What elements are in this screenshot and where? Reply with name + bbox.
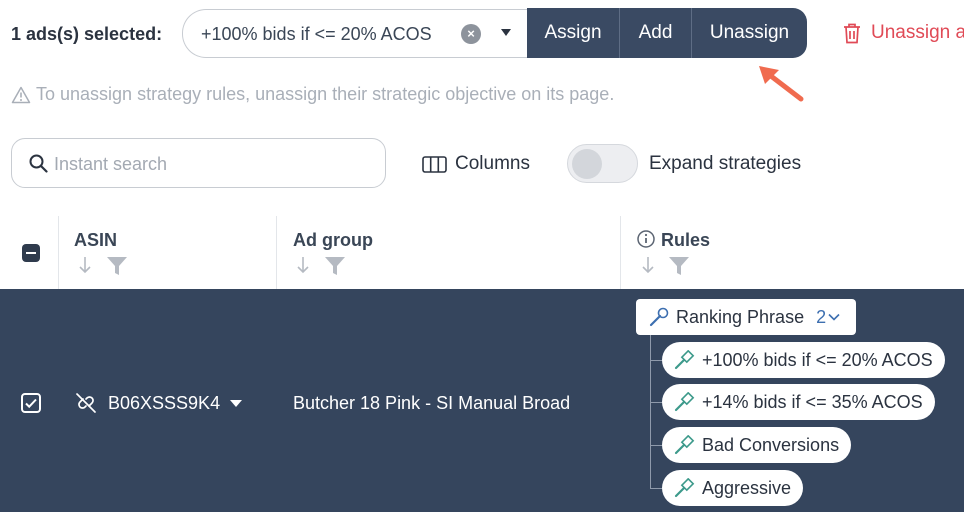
warning-message: To unassign strategy rules, unassign the…	[11, 84, 614, 105]
asin-value[interactable]: B06XSSS9K4	[108, 393, 220, 414]
column-divider	[276, 216, 277, 289]
gavel-icon	[674, 435, 695, 455]
column-divider	[620, 216, 621, 289]
asin-dropdown-icon[interactable]	[230, 399, 243, 407]
rule-label: +14% bids if <= 35% ACOS	[702, 391, 923, 412]
tree-connector	[650, 360, 662, 361]
rule-label: Aggressive	[702, 477, 792, 498]
pointer-arrow-icon	[755, 62, 807, 111]
add-button[interactable]: Add	[620, 8, 692, 58]
dropdown-caret-icon[interactable]	[501, 29, 511, 36]
assign-button[interactable]: Assign	[527, 8, 620, 58]
unassign-all-button[interactable]: Unassign a	[843, 22, 964, 44]
ad-group-cell: Butcher 18 Pink - SI Manual Broad	[293, 393, 571, 413]
sort-arrow-icon[interactable]	[641, 256, 655, 274]
unassign-button[interactable]: Unassign	[692, 8, 807, 58]
selection-count-label: 1 ads(s) selected:	[11, 24, 163, 44]
search-input[interactable]	[54, 151, 374, 177]
expand-strategies-label: Expand strategies	[649, 153, 802, 174]
wrench-icon	[649, 307, 669, 327]
gavel-icon	[674, 350, 695, 370]
tree-connector	[650, 334, 651, 489]
check-icon	[25, 398, 37, 409]
trash-icon	[844, 23, 860, 43]
rule-pill[interactable]: +100% bids if <= 20% ACOS	[662, 342, 945, 378]
unassign-all-label: Unassign a	[871, 22, 964, 43]
table-header: ASIN Ad group Rules	[0, 216, 964, 289]
rule-label: Bad Conversions	[702, 434, 840, 455]
info-icon[interactable]	[637, 230, 655, 248]
tree-connector	[650, 445, 662, 446]
expand-strategies-toggle[interactable]	[567, 144, 638, 183]
strategy-select[interactable]: +100% bids if <= 20% ACOS ×	[182, 9, 527, 58]
gavel-icon	[674, 478, 695, 498]
select-all-checkbox[interactable]	[22, 244, 40, 262]
strategy-select-value: +100% bids if <= 20% ACOS	[201, 24, 432, 44]
strategy-pill[interactable]: Ranking Phrase 2	[636, 299, 857, 335]
unlinked-icon[interactable]	[74, 392, 98, 414]
clear-selection-icon[interactable]: ×	[461, 24, 481, 44]
column-divider	[58, 216, 59, 289]
columns-button[interactable]: Columns	[422, 153, 530, 175]
columns-label: Columns	[455, 153, 530, 174]
strategy-name: Ranking Phrase	[676, 306, 805, 327]
rule-label: +100% bids if <= 20% ACOS	[702, 349, 933, 370]
sort-arrow-icon[interactable]	[78, 256, 92, 274]
tree-connector	[650, 488, 662, 489]
asin-cell: B06XSSS9K4	[74, 392, 243, 414]
sort-arrow-icon[interactable]	[296, 256, 310, 274]
search-box[interactable]	[11, 138, 386, 188]
rule-pill[interactable]: Aggressive	[662, 470, 804, 506]
rule-pill[interactable]: Bad Conversions	[662, 427, 852, 463]
gavel-icon	[674, 392, 695, 412]
filter-icon[interactable]	[668, 256, 690, 276]
column-header-ad-group[interactable]: Ad group	[293, 230, 373, 251]
columns-icon	[422, 155, 447, 173]
rule-pill[interactable]: +14% bids if <= 35% ACOS	[662, 384, 935, 420]
toggle-knob	[572, 149, 602, 179]
chevron-down-icon[interactable]	[828, 313, 840, 321]
row-checkbox[interactable]	[21, 393, 41, 413]
warning-text: To unassign strategy rules, unassign the…	[36, 84, 615, 104]
filter-icon[interactable]	[324, 256, 346, 276]
warning-icon	[11, 86, 31, 103]
strategy-action-buttons: Assign Add Unassign	[527, 8, 807, 58]
search-icon	[29, 154, 48, 173]
column-header-asin[interactable]: ASIN	[74, 230, 117, 251]
tree-connector	[650, 402, 662, 403]
filter-icon[interactable]	[106, 256, 128, 276]
strategy-count-badge: 2	[816, 306, 827, 327]
column-header-rules[interactable]: Rules	[661, 230, 710, 251]
